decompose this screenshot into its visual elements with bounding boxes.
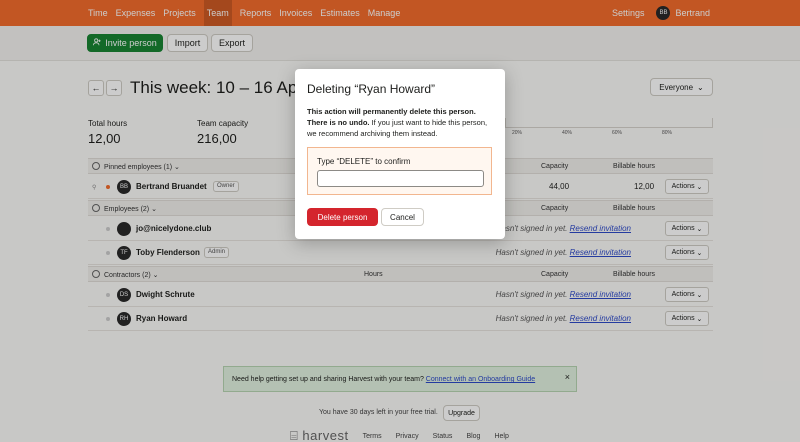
delete-person-dialog: Deleting “Ryan Howard” This action will … — [295, 69, 505, 239]
cancel-button[interactable]: Cancel — [381, 208, 424, 226]
confirm-label: Type “DELETE” to confirm — [317, 157, 411, 166]
dialog-title: Deleting “Ryan Howard” — [307, 82, 436, 96]
delete-person-button[interactable]: Delete person — [307, 208, 378, 226]
confirm-box: Type “DELETE” to confirm — [307, 147, 492, 195]
delete-confirm-input[interactable] — [317, 170, 484, 187]
dialog-warning: This action will permanently delete this… — [307, 106, 495, 139]
